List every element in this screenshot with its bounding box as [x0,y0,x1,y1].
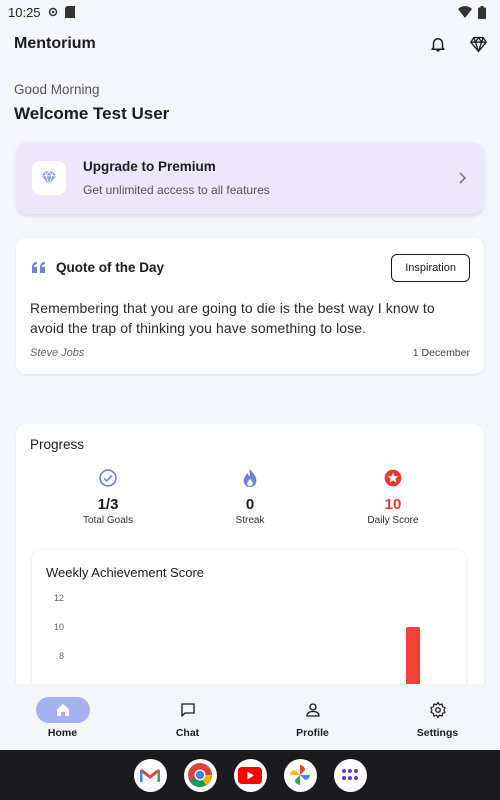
status-time: 10:25 [8,4,41,20]
flame-icon [243,468,257,488]
photos-icon[interactable] [283,758,317,792]
stat-label: Total Goals [82,515,134,526]
premium-icon-container [32,161,66,195]
stat-value: 1/3 [97,496,119,513]
bottom-navigation: Home Chat Profile Settings [0,684,500,750]
quote-icon [32,261,45,273]
stat-value: 10 [384,496,402,513]
greeting-text: Good Morning [14,82,100,97]
stat-total-goals: 1/3 Total Goals [38,466,178,526]
status-bar: 10:25 [0,0,500,24]
gear-icon [429,701,446,719]
nav-item-chat[interactable]: Chat [125,684,250,750]
diamond-icon [41,171,57,186]
progress-title: Progress [30,437,85,452]
quote-author: Steve Jobs [30,347,85,359]
y-tick-label: 10 [54,622,64,632]
nav-item-settings[interactable]: Settings [375,684,500,750]
premium-subtitle: Get unlimited access to all features [83,183,270,197]
quote-date: 1 December [412,347,470,359]
stat-streak: 0 Streak [180,466,320,526]
check-circle-icon [99,469,117,487]
chrome-icon[interactable] [183,758,217,792]
y-tick-label: 12 [54,593,64,603]
premium-title: Upgrade to Premium [83,159,216,174]
nav-active-indicator [35,697,90,723]
sd-card-icon [64,6,75,18]
nav-label: Settings [416,727,459,739]
star-badge-icon [384,469,402,487]
progress-card: Progress 1/3 Total Goals 0 Streak 10 Dai… [16,424,484,724]
home-icon [56,704,69,716]
quote-section-title: Quote of the Day [56,260,165,275]
wifi-icon [458,6,472,18]
nav-label: Home [47,727,78,739]
stat-daily-score: 10 Daily Score [323,466,463,526]
quote-of-the-day-card: Quote of the Day Inspiration Remembering… [16,238,484,374]
gmail-icon[interactable] [133,758,167,792]
stat-label: Streak [235,515,265,526]
inspiration-tag-button[interactable]: Inspiration [391,254,470,282]
app-bar: Mentorium [0,28,500,60]
notification-bell-icon[interactable] [429,35,447,53]
system-dock [0,750,500,800]
stat-value: 0 [245,496,255,513]
person-icon [305,703,320,717]
chat-icon [180,703,195,717]
nav-label: Profile [296,727,329,739]
stat-label: Daily Score [367,515,419,526]
nav-label: Chat [175,727,200,739]
quote-text: Remembering that you are going to die is… [30,300,435,336]
settings-status-icon [48,7,57,17]
chevron-right-icon [459,172,467,184]
nav-item-home[interactable]: Home [0,684,125,750]
app-title: Mentorium [14,35,96,52]
welcome-heading: Welcome Test User [14,104,170,123]
upgrade-premium-card[interactable]: Upgrade to Premium Get unlimited access … [16,142,484,214]
apps-icon[interactable] [333,758,367,792]
nav-item-profile[interactable]: Profile [250,684,375,750]
battery-icon [478,5,486,19]
y-tick-label: 8 [59,651,64,661]
diamond-premium-icon[interactable] [469,36,488,53]
youtube-icon[interactable] [233,758,267,792]
